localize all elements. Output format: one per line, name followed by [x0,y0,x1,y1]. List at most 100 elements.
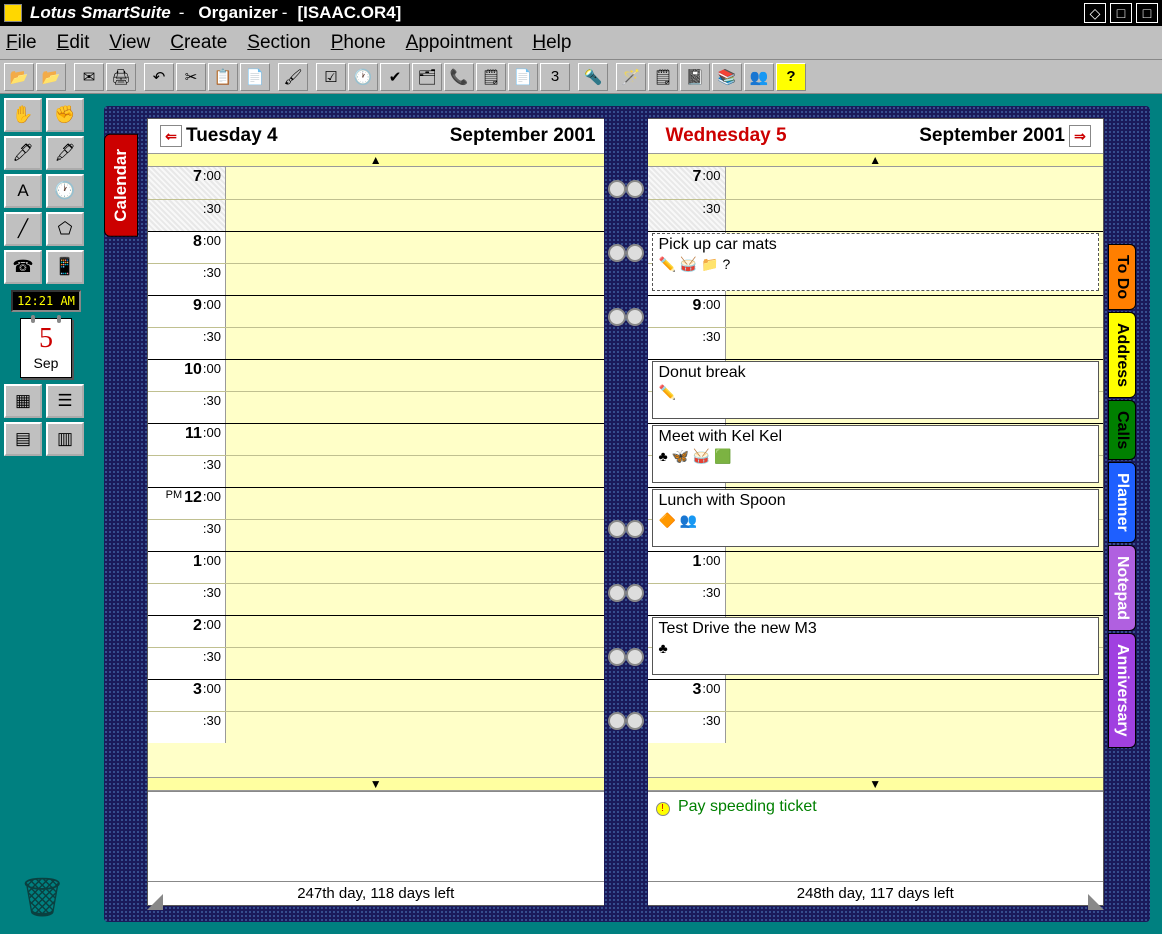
menu-view[interactable]: View [109,32,150,54]
slot-body[interactable] [226,456,604,487]
appointment[interactable]: Donut break✏️ [652,361,1100,419]
palette-hand-grab-icon[interactable]: ✊ [46,98,84,132]
palette-line-icon[interactable]: ╱ [4,212,42,246]
palette-view-grid-icon[interactable]: ▥ [46,422,84,456]
palette-pen2-icon[interactable]: 🖋 [46,136,84,170]
slot-body[interactable] [726,552,1104,583]
palette-modem-icon[interactable]: 📱 [46,250,84,284]
toolbar-notepad-icon[interactable]: 🗒 [648,63,678,91]
appointment[interactable]: Pick up car mats✏️ 🥁 📁 ? [652,233,1100,291]
toolbar-people-icon[interactable]: 👥 [744,63,774,91]
toolbar-date3-icon[interactable]: 3 [540,63,570,91]
toolbar-card-icon[interactable]: 🗂 [412,63,442,91]
scroll-up-left[interactable]: ▲ [148,153,604,167]
slot-body[interactable] [726,712,1104,743]
menu-phone[interactable]: Phone [331,32,386,54]
slot-body[interactable] [226,552,604,583]
palette-hand-open-icon[interactable]: ✋ [4,98,42,132]
maximize-button[interactable]: □ [1110,3,1132,23]
toolbar-open-folder2-icon[interactable]: 📂 [36,63,66,91]
toolbar-help-icon[interactable]: ? [776,63,806,91]
page-forward-button[interactable]: ⇒ [1069,125,1091,147]
timeslots-left[interactable]: 7:00:308:00:309:00:3010:00:3011:00:30PM1… [148,167,604,777]
tab-anniversary[interactable]: Anniversary [1108,633,1136,748]
toolbar-checklist-icon[interactable]: ☑ [316,63,346,91]
slot-body[interactable] [226,520,604,551]
menu-section[interactable]: Section [247,32,310,54]
slot-body[interactable] [226,232,604,263]
tab-to-do[interactable]: To Do [1108,244,1136,310]
toolbar-page-icon[interactable]: 📄 [508,63,538,91]
toolbar-brush-icon[interactable]: 🖌 [278,63,308,91]
toolbar-copy-icon[interactable]: 📋 [208,63,238,91]
page-corner-right[interactable] [1088,894,1104,910]
page-back-button[interactable]: ⇐ [160,125,182,147]
menu-appointment[interactable]: Appointment [406,32,513,54]
palette-shape-icon[interactable]: ⬠ [46,212,84,246]
palette-clock2-icon[interactable]: 🕐 [46,174,84,208]
slot-body[interactable] [226,584,604,615]
palette-page-a-icon[interactable]: A [4,174,42,208]
menu-edit[interactable]: Edit [57,32,90,54]
slot-body[interactable] [226,648,604,679]
slot-body[interactable] [226,392,604,423]
menu-help[interactable]: Help [532,32,571,54]
slot-body[interactable] [226,424,604,455]
tab-calendar[interactable]: Calendar [104,134,138,237]
today-card[interactable]: 5 Sep [20,318,72,378]
toolbar-print-icon[interactable]: 🖨 [106,63,136,91]
scroll-down-right[interactable]: ▼ [648,777,1104,791]
toolbar-notebook-icon[interactable]: 📓 [680,63,710,91]
appointment[interactable]: Test Drive the new M3♣ [652,617,1100,675]
slot-body[interactable] [726,328,1104,359]
page-corner-left[interactable] [147,894,163,910]
toolbar-wand-icon[interactable]: 🪄 [616,63,646,91]
slot-body[interactable] [226,616,604,647]
palette-view-icons-icon[interactable]: ▦ [4,384,42,418]
toolbar-phone-icon[interactable]: 📞 [444,63,474,91]
toolbar-open-folder-icon[interactable]: 📂 [4,63,34,91]
toolbar-clock-icon[interactable]: 🕐 [348,63,378,91]
slot-body[interactable] [726,200,1104,231]
toolbar-book-icon[interactable]: 📚 [712,63,742,91]
slot-body[interactable] [226,360,604,391]
slot-body[interactable] [226,680,604,711]
toolbar-undo-icon[interactable]: ↶ [144,63,174,91]
slot-body[interactable] [726,680,1104,711]
close-button[interactable]: □ [1136,3,1158,23]
palette-view-detail-icon[interactable]: ▤ [4,422,42,456]
appointment[interactable]: Lunch with Spoon🔶 👥 [652,489,1100,547]
toolbar-paste-icon[interactable]: 📄 [240,63,270,91]
slot-body[interactable] [226,264,604,295]
note-text[interactable]: Pay speeding ticket [678,798,817,815]
palette-phone2-icon[interactable]: ☎ [4,250,42,284]
slot-body[interactable] [226,200,604,231]
slot-body[interactable] [226,712,604,743]
slot-body[interactable] [726,584,1104,615]
scroll-down-left[interactable]: ▼ [148,777,604,791]
notes-area-left[interactable] [148,791,604,881]
toolbar-checkmark-icon[interactable]: ✔ [380,63,410,91]
notes-area-right[interactable]: ! Pay speeding ticket [648,791,1104,881]
tab-planner[interactable]: Planner [1108,462,1136,543]
palette-view-list-icon[interactable]: ☰ [46,384,84,418]
tab-address[interactable]: Address [1108,312,1136,398]
toolbar-props-icon[interactable]: 🗒 [476,63,506,91]
slot-body[interactable] [226,488,604,519]
scroll-up-right[interactable]: ▲ [648,153,1104,167]
toolbar-cut-icon[interactable]: ✂ [176,63,206,91]
menu-file[interactable]: File [6,32,37,54]
slot-body[interactable] [226,328,604,359]
toolbar-mail-icon[interactable]: ✉ [74,63,104,91]
appointment[interactable]: Meet with Kel Kel♣ 🦋 🥁 🟩 [652,425,1100,483]
slot-body[interactable] [226,296,604,327]
palette-pen-icon[interactable]: 🖊 [4,136,42,170]
tab-calls[interactable]: Calls [1108,400,1136,460]
timeslots-right[interactable]: 7:00:308:00:309:00:3010:00:3011:00:30PM1… [648,167,1104,777]
slot-body[interactable] [226,167,604,199]
slot-body[interactable] [726,296,1104,327]
menu-create[interactable]: Create [170,32,227,54]
minimize-button[interactable]: ◇ [1084,3,1106,23]
trash-icon[interactable]: 🗑 [18,876,64,924]
tab-notepad[interactable]: Notepad [1108,545,1136,631]
